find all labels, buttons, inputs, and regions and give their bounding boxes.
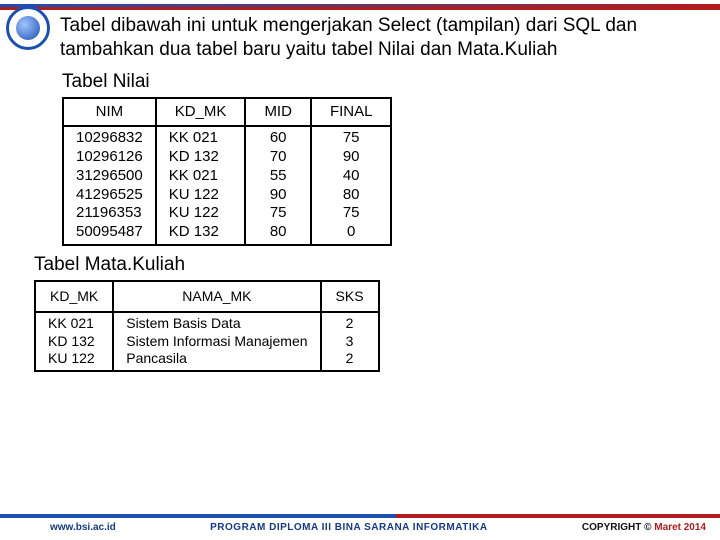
- footer-copy-label: COPYRIGHT ©: [582, 522, 652, 533]
- footer-program: PROGRAM DIPLOMA III BINA SARANA INFORMAT…: [116, 522, 582, 533]
- globe-icon: [16, 16, 40, 40]
- footer-date: Maret 2014: [654, 522, 706, 533]
- table-nilai: NIM KD_MK MID FINAL 10296832102961263129…: [62, 97, 392, 246]
- mk-namamk-cell: Sistem Basis DataSistem Informasi Manaje…: [113, 312, 320, 371]
- nilai-nim-cell: 1029683210296126312965004129652521196353…: [63, 126, 156, 245]
- table-row: 1029683210296126312965004129652521196353…: [63, 126, 391, 245]
- top-ribbon: [0, 4, 720, 10]
- nilai-title: Tabel Nilai: [62, 71, 702, 93]
- footer-bar: www.bsi.ac.id PROGRAM DIPLOMA III BINA S…: [0, 514, 720, 540]
- table-matakuliah: KD_MK NAMA_MK SKS KK 021KD 132KU 122 Sis…: [34, 280, 380, 372]
- nilai-mid-cell: 607055907580: [245, 126, 311, 245]
- mk-header-namamk: NAMA_MK: [113, 281, 320, 313]
- mk-kdmk-cell: KK 021KD 132KU 122: [35, 312, 113, 371]
- nilai-header-final: FINAL: [311, 98, 392, 127]
- mk-title: Tabel Mata.Kuliah: [34, 254, 702, 276]
- nilai-kdmk-cell: KK 021KD 132KK 021KU 122KU 122KD 132: [156, 126, 246, 245]
- slide-content: Tabel dibawah ini untuk mengerjakan Sele…: [60, 14, 702, 508]
- mk-header-kdmk: KD_MK: [35, 281, 113, 313]
- nilai-header-nim: NIM: [63, 98, 156, 127]
- nilai-header-mid: MID: [245, 98, 311, 127]
- mk-header-sks: SKS: [321, 281, 379, 313]
- table-row: KK 021KD 132KU 122 Sistem Basis DataSist…: [35, 312, 379, 371]
- footer-copy: COPYRIGHT © Maret 2014: [582, 522, 706, 533]
- bsi-logo: [6, 6, 50, 50]
- intro-text: Tabel dibawah ini untuk mengerjakan Sele…: [60, 14, 702, 63]
- nilai-final-cell: 75904080750: [311, 126, 392, 245]
- mk-sks-cell: 232: [321, 312, 379, 371]
- footer-url: www.bsi.ac.id: [50, 522, 116, 533]
- nilai-header-kdmk: KD_MK: [156, 98, 246, 127]
